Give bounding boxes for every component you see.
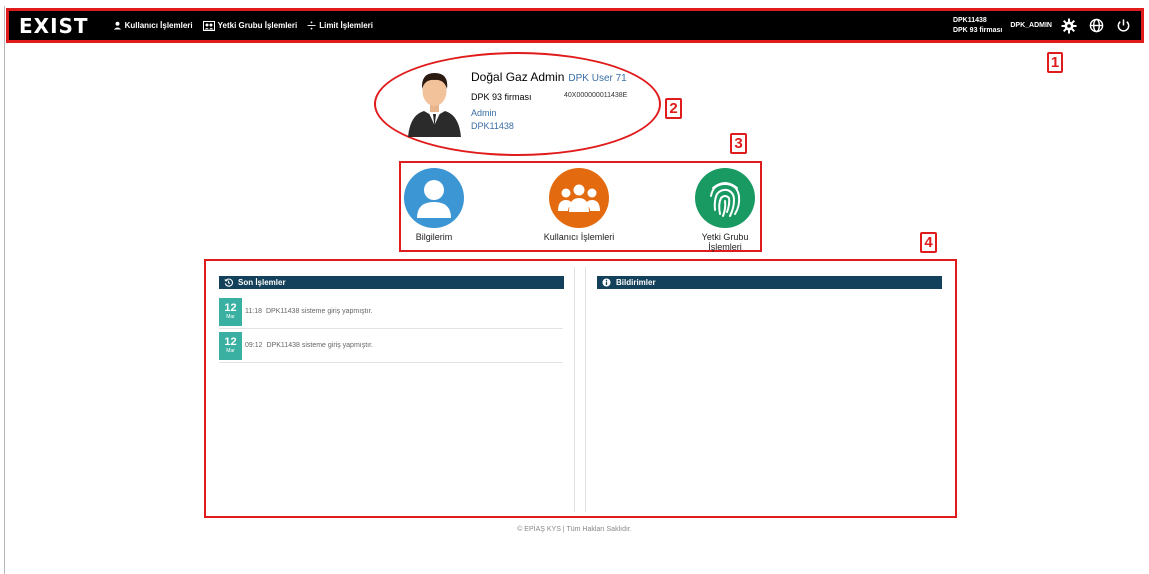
nav-limit-operations-label: Limit İşlemleri — [319, 21, 373, 30]
activity-time: 09:12 — [245, 342, 263, 349]
callout-2: 2 — [665, 98, 682, 119]
date-badge: 12 Mar — [219, 297, 242, 326]
info-icon — [602, 278, 611, 287]
shortcut-my-info[interactable]: Bilgilerim — [401, 168, 467, 242]
recent-activity-header: Son İşlemler — [219, 276, 564, 289]
profile-eic-code: 40X000000011438E — [564, 92, 628, 99]
recent-activity-title: Son İşlemler — [238, 278, 286, 287]
users-icon — [549, 168, 609, 228]
top-navbar: EXIST Kullanıcı İşlemleri Yetki Grubu İş… — [6, 8, 1144, 43]
user-firm: DPK 93 firması — [952, 26, 1003, 34]
history-icon — [224, 278, 233, 287]
shortcut-user-operations-label: Kullanıcı İşlemleri — [543, 232, 615, 242]
callout-4: 4 — [920, 232, 937, 253]
avatar — [408, 73, 461, 137]
profile-user-label: DPK User 71 — [568, 73, 627, 84]
power-icon[interactable] — [1114, 17, 1132, 35]
shortcut-authority-group-label-1: Yetki Grubu — [701, 232, 749, 242]
profile-user-id: DPK11438 — [471, 121, 514, 131]
panel-divider — [574, 267, 575, 512]
nav-authority-group-operations[interactable]: Yetki Grubu İşlemleri — [202, 20, 298, 31]
shortcut-authority-group[interactable]: Yetki Grubu İşlemleri — [685, 168, 765, 252]
brand-logo[interactable]: EXIST — [19, 14, 89, 38]
shortcut-my-info-label: Bilgilerim — [415, 232, 453, 242]
group-settings-icon — [202, 20, 215, 31]
shortcut-user-operations[interactable]: Kullanıcı İşlemleri — [524, 168, 634, 242]
date-month: Mar — [226, 314, 235, 320]
callout-3: 3 — [730, 133, 747, 154]
activity-message: DPK11438 sisteme giriş yapmıştır. — [266, 342, 373, 349]
profile-role: Admin — [471, 108, 497, 118]
profile-name: Doğal Gaz Admin — [471, 70, 565, 84]
shortcut-authority-group-label-2: İşlemleri — [708, 242, 742, 252]
nav-authority-group-label: Yetki Grubu İşlemleri — [217, 21, 298, 30]
list-item: 12 Mar 09:12 DPK11438 sisteme giriş yapmı… — [219, 329, 563, 363]
divide-icon — [307, 21, 316, 30]
nav-limit-operations[interactable]: Limit İşlemleri — [307, 21, 373, 30]
notifications-header: Bildirimler — [597, 276, 942, 289]
gear-icon[interactable] — [1060, 17, 1078, 35]
user-icon — [113, 21, 121, 30]
user-id: DPK11438 — [952, 16, 987, 24]
profile-firm: DPK 93 firması — [471, 92, 532, 102]
role-label[interactable]: DPK_ADMIN — [1010, 22, 1052, 29]
callout-1: 1 — [1047, 52, 1063, 73]
date-month: Mar — [226, 348, 235, 354]
date-day: 12 — [224, 302, 237, 314]
activity-text: 11:18 DPK11438 sisteme giriş yapmıştır. — [245, 308, 372, 315]
fingerprint-icon — [695, 168, 755, 228]
panel-divider — [585, 267, 586, 512]
footer-copyright: © EPİAŞ KYS | Tüm Hakları Saklıdır. — [517, 526, 632, 533]
list-item: 12 Mar 11:18 DPK11438 sisteme giriş yapmı… — [219, 295, 563, 329]
date-day: 12 — [224, 336, 237, 348]
user-info: DPK11438 DPK 93 firması — [953, 16, 1002, 36]
nav-user-operations-label: Kullanıcı İşlemleri — [124, 21, 193, 30]
profile-name-line: Doğal Gaz Admin DPK User 71 — [471, 70, 627, 84]
globe-icon[interactable] — [1087, 17, 1105, 35]
activity-time: 11:18 — [245, 308, 262, 315]
date-badge: 12 Mar — [219, 331, 242, 360]
notifications-title: Bildirimler — [616, 278, 656, 287]
person-icon — [404, 168, 464, 228]
nav-user-operations[interactable]: Kullanıcı İşlemleri — [113, 21, 193, 30]
activity-message: DPK11438 sisteme giriş yapmıştır. — [266, 308, 373, 315]
activity-text: 09:12 DPK11438 sisteme giriş yapmıştır. — [245, 342, 373, 349]
